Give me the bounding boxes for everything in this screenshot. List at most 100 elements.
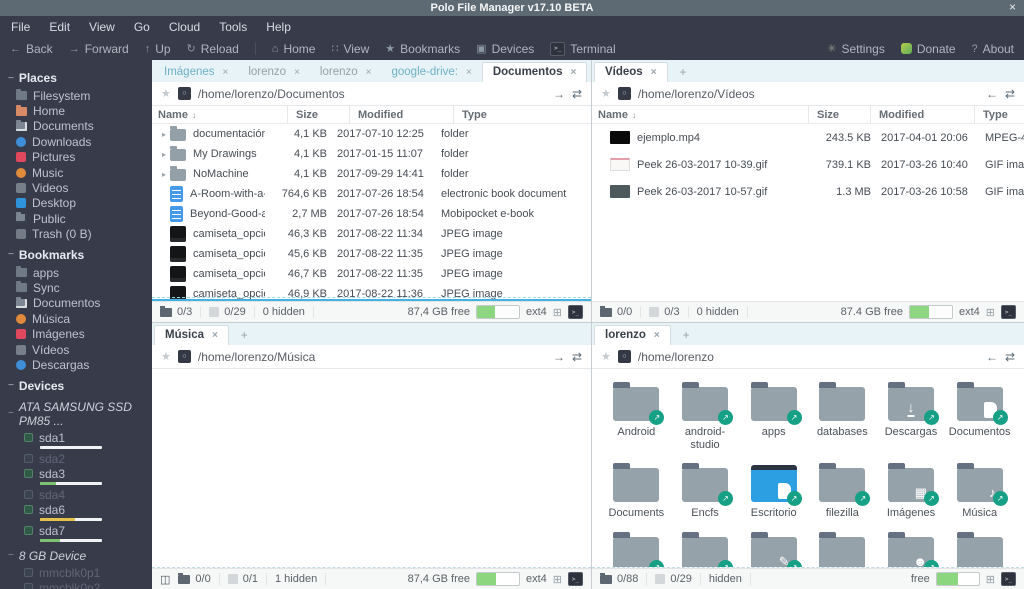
path-bar[interactable]: ★ ○ /home/lorenzo/Vídeos ← ⇄	[592, 82, 1024, 106]
folder-item-plantillas[interactable]: ✎↗Plantillas	[739, 531, 808, 567]
device-chip-icon[interactable]: ○	[617, 350, 631, 363]
sidebar-item-public[interactable]: Public	[8, 211, 152, 226]
menu-view[interactable]: View	[89, 20, 115, 34]
reload-button[interactable]: ↻ Reload	[187, 42, 239, 56]
view-toggle-icon[interactable]: ⊞	[553, 306, 562, 319]
bookmark-star-icon[interactable]: ★	[161, 350, 171, 363]
path-bar[interactable]: ★ ○ /home/lorenzo/Música → ⇄	[152, 345, 591, 369]
partition-mmcblk0p1[interactable]: mmcblk0p1	[8, 566, 152, 580]
folder-item-pdf[interactable]: ↗PDF	[602, 531, 671, 567]
sidebar-item-videos[interactable]: Videos	[8, 180, 152, 195]
bookmark-star-icon[interactable]: ★	[161, 87, 171, 100]
tab-close-icon[interactable]: ×	[366, 67, 372, 78]
partition-sda7[interactable]: sda7	[8, 524, 152, 542]
path-bar[interactable]: ★ ○ /home/lorenzo/Documentos → ⇄	[152, 82, 591, 106]
folder-item-descargas[interactable]: ↓ ↗ Descargas	[877, 381, 946, 452]
expander-icon[interactable]: ▸	[158, 170, 170, 179]
bookmark-star-icon[interactable]: ★	[601, 350, 611, 363]
tab-google-drive[interactable]: google-drive: ×	[381, 63, 481, 82]
folder-item-filezilla[interactable]: ↗ filezilla	[808, 462, 877, 520]
bookmarks-button[interactable]: ★ Bookmarks	[385, 42, 460, 56]
folder-item-personal[interactable]: ↗Personal	[671, 531, 740, 567]
column-name[interactable]: Name ↓	[158, 109, 287, 121]
file-row[interactable]: camiseta_opcion_02.jpg45,6 KB2017-08-22 …	[152, 244, 591, 264]
column-name[interactable]: Name ↓	[598, 109, 808, 121]
back-button[interactable]: ← Back	[10, 42, 53, 56]
column-type[interactable]: Type	[453, 106, 591, 123]
folder-item-documentos[interactable]: ↗ Documentos	[945, 381, 1014, 452]
sidebar-item-documents[interactable]: Documents	[8, 119, 152, 134]
folder-item-escritorio[interactable]: ↗ Escritorio	[739, 462, 808, 520]
places-section-header[interactable]: − Places	[8, 71, 152, 85]
terminal-icon[interactable]: >_	[1001, 572, 1016, 586]
sidebar-item-imagenes[interactable]: Imágenes	[8, 326, 152, 341]
device-chip-icon[interactable]: ○	[177, 87, 191, 100]
expander-icon[interactable]: ▸	[158, 130, 170, 139]
column-modified[interactable]: Modified	[870, 106, 974, 123]
view-toggle-icon[interactable]: ⊞	[553, 573, 562, 586]
up-button[interactable]: ↑ Up	[145, 42, 171, 56]
file-list-empty[interactable]	[152, 369, 591, 568]
new-tab-button[interactable]: +	[229, 327, 260, 345]
sidebar-item-sync[interactable]: Sync	[8, 280, 152, 295]
tab-lorenzo-1[interactable]: lorenzo ×	[238, 63, 310, 82]
sidebar-item-home[interactable]: Home	[8, 103, 152, 118]
folder-item-databases[interactable]: databases	[808, 381, 877, 452]
column-modified[interactable]: Modified	[349, 106, 453, 123]
sidebar-item-filesystem[interactable]: Filesystem	[8, 88, 152, 103]
new-tab-button[interactable]: +	[668, 64, 699, 82]
file-row[interactable]: ▸ documentación 4,1 KB 2017-07-10 12:25 fold…	[152, 124, 591, 144]
sidebar-item-apps[interactable]: apps	[8, 265, 152, 280]
tab-close-icon[interactable]: ×	[651, 67, 657, 78]
partition-sda4[interactable]: sda4	[8, 488, 152, 502]
menu-edit[interactable]: Edit	[49, 20, 70, 34]
terminal-button[interactable]: >_ Terminal	[550, 41, 616, 56]
partition-sda1[interactable]: sda1	[8, 431, 152, 449]
terminal-icon[interactable]: >_	[568, 305, 583, 319]
tab-videos-active[interactable]: Vídeos ×	[594, 62, 668, 82]
file-row[interactable]: ▸ NoMachine 4,1 KB 2017-09-29 14:41 folder	[152, 164, 591, 184]
folder-item-snap[interactable]: snap	[945, 531, 1014, 567]
sidebar-item-musica[interactable]: Música	[8, 311, 152, 326]
device-chip-icon[interactable]: ○	[177, 350, 191, 363]
tab-close-icon[interactable]: ×	[294, 67, 300, 78]
column-size[interactable]: Size	[287, 106, 349, 123]
file-row[interactable]: camiseta_opcion_01.jpg46,3 KB2017-08-22 …	[152, 224, 591, 244]
sidebar-item-music[interactable]: Music	[8, 165, 152, 180]
settings-button[interactable]: ✳ Settings	[827, 42, 885, 56]
folder-item-musica[interactable]: ♪ ↗ Música	[945, 462, 1014, 520]
bookmark-star-icon[interactable]: ★	[601, 87, 611, 100]
tab-imagenes[interactable]: Imágenes ×	[154, 63, 238, 82]
home-button[interactable]: ⌂ Home	[272, 42, 316, 56]
folder-item-projects[interactable]: Projects	[808, 531, 877, 567]
column-type[interactable]: Type	[974, 106, 1024, 123]
sidebar-item-trash[interactable]: Trash (0 B)	[8, 227, 152, 242]
device-chip-icon[interactable]: ○	[617, 87, 631, 100]
device-group-8gb[interactable]: −8 GB Device	[8, 549, 152, 563]
go-arrow-icon[interactable]: →	[553, 350, 565, 364]
view-toggle-icon[interactable]: ⊞	[986, 573, 995, 586]
swap-panes-icon[interactable]: ⇄	[572, 350, 582, 364]
devices-button[interactable]: ▣ Devices	[476, 42, 534, 56]
tab-close-icon[interactable]: ×	[223, 67, 229, 78]
title-bar[interactable]: Polo File Manager v17.10 BETA ×	[0, 0, 1024, 16]
partition-mmcblk0p2[interactable]: mmcblk0p2	[8, 581, 152, 589]
folder-item-documents[interactable]: Documents	[602, 462, 671, 520]
devices-section-header[interactable]: − Devices	[8, 379, 152, 393]
sidebar-item-downloads[interactable]: Downloads	[8, 134, 152, 149]
menu-help[interactable]: Help	[266, 20, 291, 34]
forward-button[interactable]: → Forward	[69, 42, 129, 56]
file-row[interactable]: A-Room-with-a-View-mor...764,6 KB2017-07…	[152, 184, 591, 204]
swap-panes-icon[interactable]: ⇄	[572, 87, 582, 101]
go-arrow-icon[interactable]: →	[553, 87, 565, 101]
column-size[interactable]: Size	[808, 106, 870, 123]
file-row[interactable]: ejemplo.mp4 243.5 KB 2017-04-01 20:06 MPEG-…	[592, 124, 1024, 151]
swap-panes-icon[interactable]: ⇄	[1005, 350, 1015, 364]
sidebar-item-descargas[interactable]: Descargas	[8, 357, 152, 372]
go-arrow-icon[interactable]: ←	[986, 350, 998, 364]
folder-item-imagenes[interactable]: ▦ ↗ Imágenes	[877, 462, 946, 520]
sidebar-item-videos-bm[interactable]: Vídeos	[8, 342, 152, 357]
partition-sda2[interactable]: sda2	[8, 452, 152, 466]
donate-button[interactable]: Donate	[900, 42, 956, 56]
tab-lorenzo-2[interactable]: lorenzo ×	[310, 63, 382, 82]
